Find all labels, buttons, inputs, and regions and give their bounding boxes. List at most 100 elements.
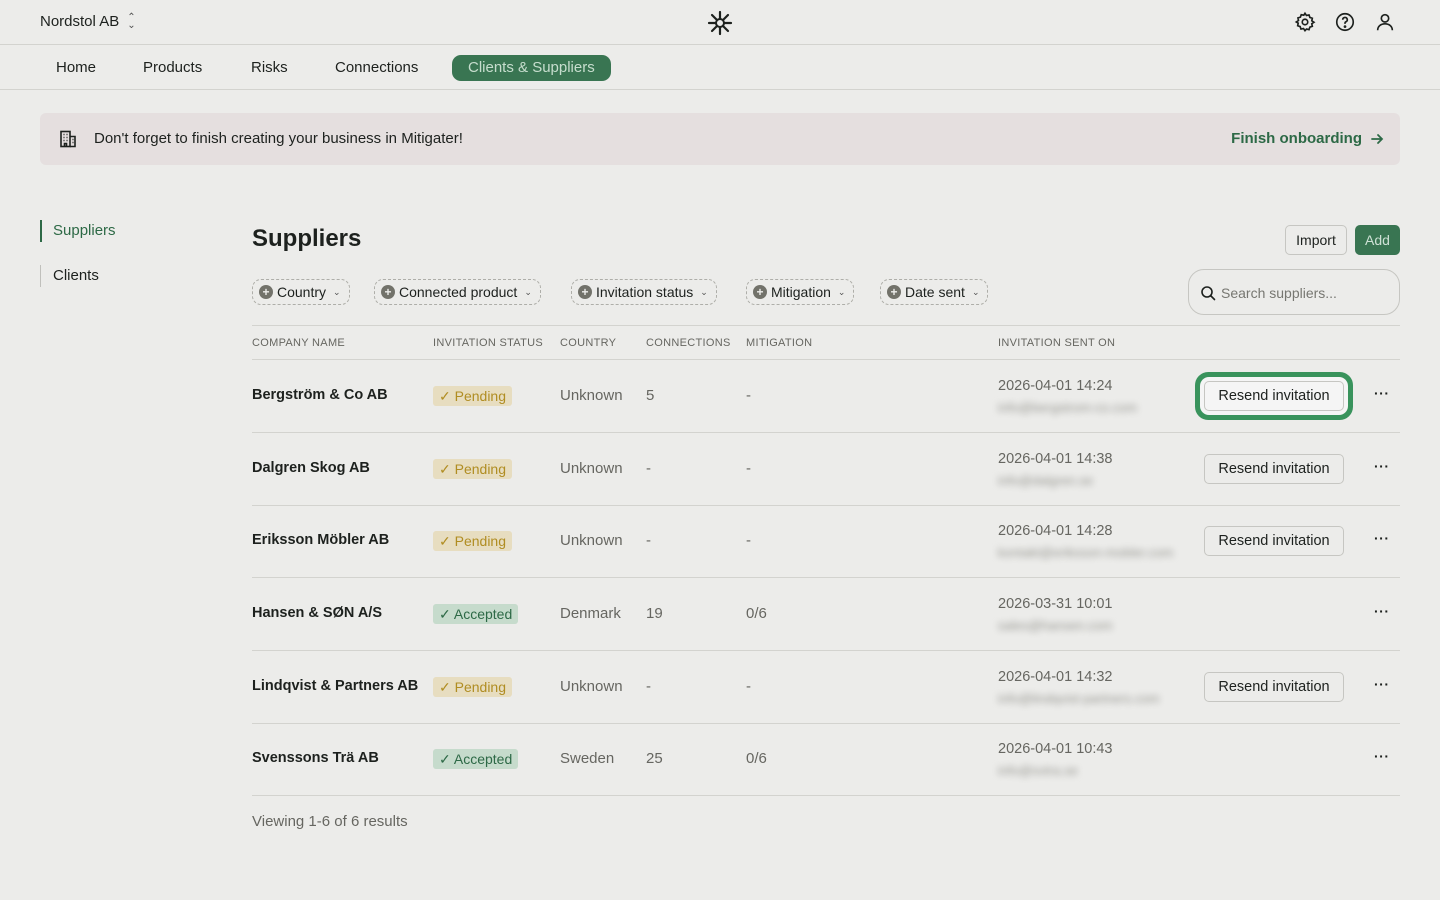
column-header-company-name[interactable]: COMPANY NAME xyxy=(252,337,345,349)
column-header-invitation-status[interactable]: INVITATION STATUS xyxy=(433,337,543,349)
sidebar-item-suppliers[interactable]: Suppliers xyxy=(40,220,116,242)
plus-circle-icon: + xyxy=(753,285,767,299)
company-name[interactable]: Svenssons Trä AB xyxy=(252,750,379,766)
mitigation-cell: - xyxy=(746,460,751,477)
table-row[interactable]: Svenssons Trä AB ✓ Accepted Sweden 25 0/… xyxy=(252,723,1400,796)
status-badge: ✓ Accepted xyxy=(433,604,519,624)
company-name[interactable]: Bergström & Co AB xyxy=(252,387,388,403)
column-header-mitigation[interactable]: MITIGATION xyxy=(746,337,812,349)
plus-circle-icon: + xyxy=(887,285,901,299)
tab-products[interactable]: Products xyxy=(127,55,218,81)
filter-label: Invitation status xyxy=(596,284,694,300)
tab-clients-suppliers[interactable]: Clients & Suppliers xyxy=(452,55,611,81)
filter-label: Date sent xyxy=(905,284,965,300)
resend-invitation-button[interactable]: Resend invitation xyxy=(1204,381,1344,411)
company-name[interactable]: Dalgren Skog AB xyxy=(252,460,370,476)
table-row[interactable]: Bergström & Co AB ✓ Pending Unknown 5 - … xyxy=(252,360,1400,433)
chevron-down-icon: ⌄ xyxy=(524,286,532,297)
more-options-icon[interactable]: ··· xyxy=(1374,385,1390,405)
company-name[interactable]: Eriksson Möbler AB xyxy=(252,532,389,548)
resend-invitation-button[interactable]: Resend invitation xyxy=(1204,672,1344,702)
status-label: Pending xyxy=(454,679,507,695)
status-badge: ✓ Pending xyxy=(433,459,513,479)
table-row[interactable]: Dalgren Skog AB ✓ Pending Unknown - - 20… xyxy=(252,433,1400,506)
status-label: Pending xyxy=(454,461,507,477)
resend-invitation-button[interactable]: Resend invitation xyxy=(1204,526,1344,556)
results-count: Viewing 1-6 of 6 results xyxy=(252,813,408,830)
column-header-country[interactable]: COUNTRY xyxy=(560,337,616,349)
status-badge: ✓ Accepted xyxy=(433,749,519,769)
more-options-icon[interactable]: ··· xyxy=(1374,603,1390,623)
search-box xyxy=(1188,269,1400,315)
finish-onboarding-label: Finish onboarding xyxy=(1231,130,1362,147)
filter-invitation-status[interactable]: + Invitation status ⌄ xyxy=(571,279,717,305)
check-icon: ✓ xyxy=(439,533,451,549)
more-options-icon[interactable]: ··· xyxy=(1374,530,1390,550)
connections-cell: 19 xyxy=(646,605,663,622)
sidebar-item-label: Clients xyxy=(53,267,99,284)
tab-risks[interactable]: Risks xyxy=(235,55,304,81)
table-row[interactable]: Hansen & SØN A/S ✓ Accepted Denmark 19 0… xyxy=(252,578,1400,651)
page-title: Suppliers xyxy=(252,225,362,252)
country-cell: Unknown xyxy=(560,460,623,477)
building-icon xyxy=(60,130,76,148)
filter-country[interactable]: + Country ⌄ xyxy=(252,279,350,305)
import-button[interactable]: Import xyxy=(1285,225,1347,255)
table-row[interactable]: Lindqvist & Partners AB ✓ Pending Unknow… xyxy=(252,651,1400,724)
filter-mitigation[interactable]: + Mitigation ⌄ xyxy=(746,279,855,305)
country-cell: Denmark xyxy=(560,605,621,622)
top-bar: Nordstol AB ⌃ ⌄ xyxy=(0,0,1440,45)
filter-connected-product[interactable]: + Connected product ⌄ xyxy=(374,279,541,305)
more-options-icon[interactable]: ··· xyxy=(1374,748,1390,768)
country-cell: Sweden xyxy=(560,750,615,767)
country-cell: Unknown xyxy=(560,387,623,404)
table-row[interactable]: Eriksson Möbler AB ✓ Pending Unknown - -… xyxy=(252,505,1400,578)
company-name[interactable]: Lindqvist & Partners AB xyxy=(252,678,418,694)
more-options-icon[interactable]: ··· xyxy=(1374,676,1390,696)
resend-invitation-button[interactable]: Resend invitation xyxy=(1204,454,1344,484)
status-label: Accepted xyxy=(453,606,513,622)
settings-icon[interactable] xyxy=(1294,11,1316,33)
chevron-up-down-icon: ⌃ ⌄ xyxy=(127,11,136,31)
finish-onboarding-link[interactable]: Finish onboarding xyxy=(1231,130,1384,147)
banner-message: Don't forget to finish creating your bus… xyxy=(94,130,463,147)
tab-connections[interactable]: Connections xyxy=(319,55,434,81)
connections-cell: 5 xyxy=(646,387,655,404)
arrow-right-icon xyxy=(1371,133,1384,144)
app-logo[interactable] xyxy=(706,9,734,37)
column-header-connections[interactable]: CONNECTIONS xyxy=(646,337,731,349)
help-icon[interactable] xyxy=(1334,11,1356,33)
status-label: Pending xyxy=(454,533,507,549)
sidebar-item-label: Suppliers xyxy=(53,222,116,239)
filter-date-sent[interactable]: + Date sent ⌄ xyxy=(880,279,989,305)
sidebar-item-clients[interactable]: Clients xyxy=(40,265,99,287)
sent-on-date: 2026-04-01 14:28 xyxy=(998,523,1113,539)
onboarding-banner: Don't forget to finish creating your bus… xyxy=(40,113,1400,165)
table-header: COMPANY NAME INVITATION STATUS COUNTRY C… xyxy=(252,325,1400,360)
main-nav: Home Products Risks Connections Clients … xyxy=(0,45,1440,90)
sent-on-date: 2026-03-31 10:01 xyxy=(998,596,1113,612)
mitigation-cell: 0/6 xyxy=(746,605,767,622)
connections-cell: - xyxy=(646,678,651,695)
chevron-down-icon: ⌄ xyxy=(971,286,980,297)
sent-on-date: 2026-04-01 10:43 xyxy=(998,741,1113,757)
user-icon[interactable] xyxy=(1374,11,1396,33)
country-cell: Unknown xyxy=(560,678,623,695)
search-input[interactable] xyxy=(1221,282,1391,304)
add-button[interactable]: Add xyxy=(1355,225,1400,255)
contact-email: info@dalgren.se xyxy=(998,473,1093,488)
company-name[interactable]: Hansen & SØN A/S xyxy=(252,605,382,621)
filter-label: Connected product xyxy=(399,284,518,300)
column-header-invitation-sent-on[interactable]: INVITATION SENT ON xyxy=(998,337,1115,349)
contact-email: kontakt@eriksson-mobler.com xyxy=(998,545,1174,560)
mitigation-cell: - xyxy=(746,532,751,549)
contact-email: info@bergstrom-co.com xyxy=(998,400,1137,415)
chevron-down-icon: ⌄ xyxy=(333,286,341,297)
tab-home[interactable]: Home xyxy=(40,55,112,81)
plus-circle-icon: + xyxy=(578,285,592,299)
status-badge: ✓ Pending xyxy=(433,677,513,697)
organization-switcher[interactable]: Nordstol AB ⌃ ⌄ xyxy=(40,11,136,31)
more-options-icon[interactable]: ··· xyxy=(1374,458,1390,478)
status-label: Pending xyxy=(454,388,507,404)
mitigation-cell: 0/6 xyxy=(746,750,767,767)
